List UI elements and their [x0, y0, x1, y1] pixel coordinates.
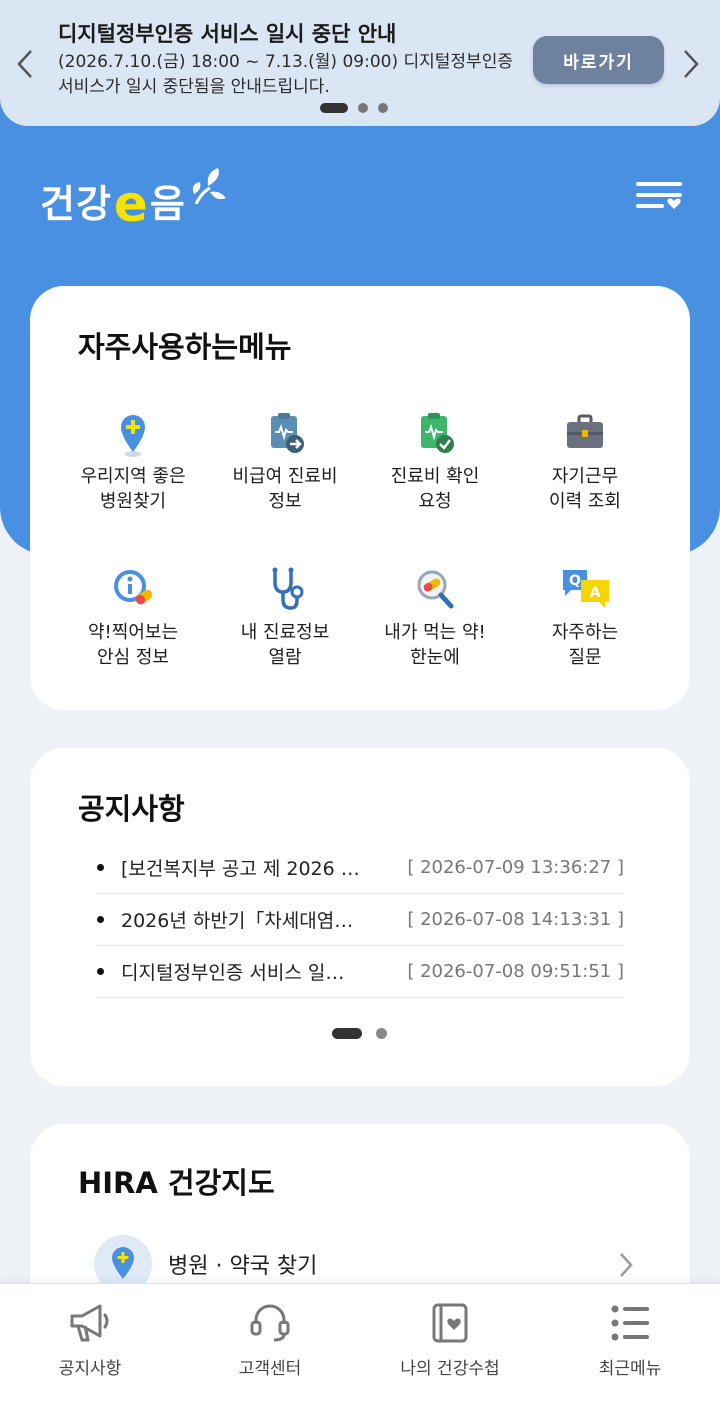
notice-item[interactable]: [보건복지부 공고 제 2026 … [ 2026-07-09 13:36:27… [96, 842, 624, 894]
notice-card: 공지사항 [보건복지부 공고 제 2026 … [ 2026-07-09 13:… [30, 748, 690, 1086]
notice-title: 공지사항 [78, 792, 185, 826]
menu-item-label: 진료비 확인 요청 [390, 466, 480, 512]
notice-item[interactable]: 2026년 하반기「차세대염… [ 2026-07-08 14:13:31 ] [96, 894, 624, 946]
menu-item-faq[interactable]: Q A 자주하는 질문 [510, 566, 660, 670]
banner-next-button[interactable] [676, 44, 706, 84]
nav-label: 최근메뉴 [598, 1359, 662, 1379]
qa-bubble-icon: Q A [563, 570, 609, 608]
notice-item-date: [ 2026-07-09 13:36:27 ] [407, 857, 624, 878]
banner-prev-button[interactable] [10, 44, 40, 84]
nav-label: 나의 건강수첩 [400, 1359, 500, 1379]
logo-text-2: 음 [149, 182, 186, 226]
menu-item-label: 우리지역 좋은 병원찾기 [80, 466, 186, 512]
clipboard-check-icon [421, 413, 454, 453]
bullet [97, 968, 104, 975]
banner-dot[interactable] [320, 103, 348, 113]
hamburger-heart-icon [636, 182, 682, 209]
find-hospital-pharmacy-label: 병원 · 약국 찾기 [168, 1254, 318, 1279]
frequent-menu-title: 자주사용하는메뉴 [78, 330, 292, 364]
bullet [97, 864, 104, 871]
notice-item-title: 2026년 하반기「차세대염… [121, 910, 354, 932]
chevron-left-icon [17, 50, 32, 78]
main-menu-button[interactable] [634, 180, 684, 210]
menu-item-fee-check[interactable]: 진료비 확인 요청 [360, 410, 510, 514]
frequent-menu-card: 자주사용하는메뉴 우리지역 좋은 병원찾기 비급여 진료비 정보 진료비 확인 … [30, 286, 690, 710]
menu-item-label: 자주하는 질문 [551, 622, 619, 668]
menu-item-label: 약!찍어보는 안심 정보 [87, 622, 178, 668]
menu-item-label: 자기근무 이력 조회 [549, 466, 621, 512]
chevron-right-icon [684, 50, 699, 78]
banner-go-button[interactable]: 바로가기 [533, 36, 664, 84]
notice-item-date: [ 2026-07-08 09:51:51 ] [407, 961, 624, 982]
svg-text:A: A [590, 585, 601, 601]
menu-item-find-hospital[interactable]: 우리지역 좋은 병원찾기 [58, 410, 208, 514]
banner-title: 디지털정부인증 서비스 일시 중단 안내 [58, 22, 397, 46]
menu-item-work-history[interactable]: 자기근무 이력 조회 [510, 410, 660, 514]
clipboard-arrow-icon [271, 413, 304, 453]
nav-notice[interactable]: 공지사항 [5, 1302, 175, 1379]
menu-item-label: 내 진료정보 열람 [240, 622, 330, 668]
banner-body: (2026.7.10.(금) 18:00 ~ 7.13.(월) 09:00) 디… [58, 52, 513, 97]
briefcase-icon [567, 414, 603, 448]
notice-banner: 디지털정부인증 서비스 일시 중단 안내 (2026.7.10.(금) 18:0… [0, 0, 720, 126]
stethoscope-icon [272, 567, 304, 610]
logo-text-1: 건강 [40, 182, 112, 226]
svg-text:Q: Q [569, 573, 581, 589]
nav-label: 공지사항 [58, 1359, 122, 1379]
chevron-right-icon [620, 1253, 633, 1277]
notice-item-date: [ 2026-07-08 14:13:31 ] [407, 909, 624, 930]
map-pin-plus-icon [112, 1247, 134, 1279]
banner-dot[interactable] [378, 103, 388, 113]
nav-label: 고객센터 [238, 1359, 302, 1379]
menu-item-label: 내가 먹는 약! 한눈에 [384, 622, 486, 668]
notice-dot[interactable] [332, 1028, 362, 1039]
notice-item-title: 디지털정부인증 서비스 일… [121, 962, 345, 984]
menu-item-my-medicine[interactable]: 내가 먹는 약! 한눈에 [360, 566, 510, 670]
logo-e: e [113, 175, 148, 233]
notice-dot[interactable] [376, 1028, 387, 1039]
bullet [97, 916, 104, 923]
menu-item-noncovered-fee[interactable]: 비급여 진료비 정보 [210, 410, 360, 514]
magnifier-pill-icon [417, 570, 454, 609]
nav-recent-menu[interactable]: 최근메뉴 [545, 1302, 715, 1379]
list-icon [611, 1305, 649, 1341]
nav-health-book[interactable]: 나의 건강수첩 [365, 1302, 535, 1379]
megaphone-icon [70, 1304, 109, 1342]
notice-item[interactable]: 디지털정부인증 서비스 일… [ 2026-07-08 09:51:51 ] [96, 946, 624, 998]
app-logo[interactable]: 건강 e 음 [40, 168, 226, 233]
nav-customer-center[interactable]: 고객센터 [185, 1302, 355, 1379]
sprout-icon [192, 168, 226, 205]
banner-pagination [320, 103, 388, 113]
notice-item-title: [보건복지부 공고 제 2026 … [121, 858, 360, 880]
bottom-navigation: 공지사항 고객센터 나의 건강수첩 최근메뉴 [0, 1283, 720, 1405]
health-book-icon [432, 1303, 468, 1343]
health-map-title: HIRA 건강지도 [78, 1166, 275, 1200]
map-pin-plus-icon [121, 415, 145, 457]
menu-item-my-medical-record[interactable]: 내 진료정보 열람 [210, 566, 360, 670]
notice-pagination [332, 1028, 387, 1039]
menu-item-pill-info[interactable]: 약!찍어보는 안심 정보 [58, 566, 208, 670]
banner-dot[interactable] [358, 103, 368, 113]
notice-list: [보건복지부 공고 제 2026 … [ 2026-07-09 13:36:27… [96, 842, 624, 998]
menu-item-label: 비급여 진료비 정보 [232, 466, 338, 512]
headset-icon [250, 1304, 290, 1342]
info-pill-icon [114, 570, 153, 605]
